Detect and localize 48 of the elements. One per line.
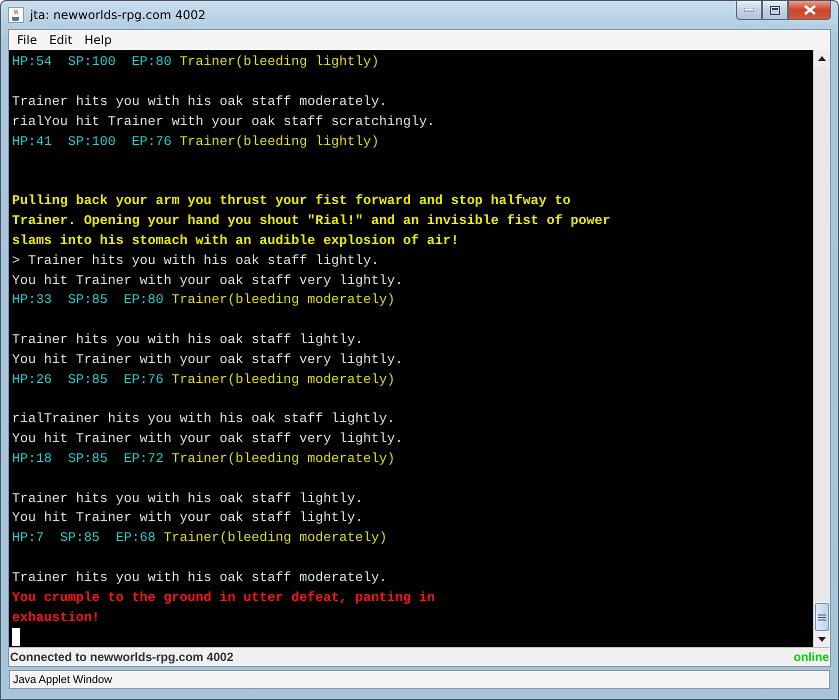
target-text: Trainer(bleeding moderately) <box>172 450 396 466</box>
message-text: You hit Trainer with your oak staff lightly. <box>12 510 364 526</box>
maximize-button[interactable] <box>762 1 788 20</box>
scroll-thumb[interactable] <box>815 603 829 631</box>
message-text: Trainer hits you with his oak staff lightly. <box>12 332 364 347</box>
message-text: > Trainer hits you with his oak staff lightly. <box>12 252 380 268</box>
message-text: Pulling back your arm you thrust your fist forward and stop halfway to <box>12 193 571 208</box>
target-text: Trainer(bleeding lightly) <box>180 134 380 149</box>
message-text: Trainer. Opening your hand you shout "Rial!" and an invisible fist of power <box>12 213 610 228</box>
stats-text: HP:26 SP:85 EP:76 <box>12 372 164 387</box>
stats-text: HP:33 SP:85 EP:80 <box>12 292 164 308</box>
stats-text: HP:41 SP:100 EP:76 <box>12 134 172 149</box>
menu-item[interactable]: File <box>11 33 44 47</box>
message-text: You hit Trainer with your oak staff very lightly. <box>12 272 403 288</box>
up-arrow-icon[interactable] <box>818 56 826 60</box>
minimize-button[interactable] <box>736 1 762 20</box>
maximize-icon <box>770 6 780 14</box>
window-title: jta: newworlds-rpg.com 4002 <box>30 8 207 22</box>
minimize-icon <box>744 8 754 12</box>
message-text: Trainer hits you with his oak staff moderately. <box>12 94 388 110</box>
target-text: Trainer(bleeding moderately) <box>172 372 396 387</box>
message-text: Trainer hits you with his oak staff moderately. <box>12 570 388 585</box>
target-text: Trainer(bleeding moderately) <box>164 530 388 546</box>
text-cursor <box>12 628 20 646</box>
message-text: slams into his stomach with an audible explosion of air! <box>12 232 459 248</box>
down-arrow-icon[interactable] <box>818 636 826 642</box>
grip-icon <box>818 614 826 620</box>
coffee-cup-icon <box>8 7 24 23</box>
stats-text: HP:54 SP:100 EP:80 <box>12 54 172 70</box>
menu-item[interactable]: Help <box>78 33 118 47</box>
target-text: Trainer(bleeding lightly) <box>180 54 380 70</box>
online-indicator: online <box>794 650 829 664</box>
message-text: You hit Trainer with your oak staff very lightly. <box>12 352 403 367</box>
message-text: exhaustion! <box>12 610 100 625</box>
message-text: rialTrainer hits you with his oak staff lightly. <box>12 411 396 426</box>
stats-text: HP:18 SP:85 EP:72 <box>12 450 164 466</box>
close-icon <box>804 5 816 15</box>
message-text: You hit Trainer with your oak staff very lightly. <box>12 431 403 446</box>
message-text: You crumple to the ground in utter defeat, panting in <box>12 590 435 605</box>
applet-notice: Java Applet Window <box>9 670 830 689</box>
message-text: rialYou hit Trainer with your oak staff scratchingly. <box>12 114 435 129</box>
message-text: Trainer hits you with his oak staff lightly. <box>12 490 364 506</box>
scrollbar[interactable] <box>813 50 830 647</box>
connection-status: Connected to newworlds-rpg.com 4002 <box>10 650 234 664</box>
target-text: Trainer(bleeding moderately) <box>172 292 396 308</box>
stats-text: HP:7 SP:85 EP:68 <box>12 530 156 546</box>
menu-item[interactable]: Edit <box>43 33 78 47</box>
close-button[interactable] <box>788 1 831 20</box>
